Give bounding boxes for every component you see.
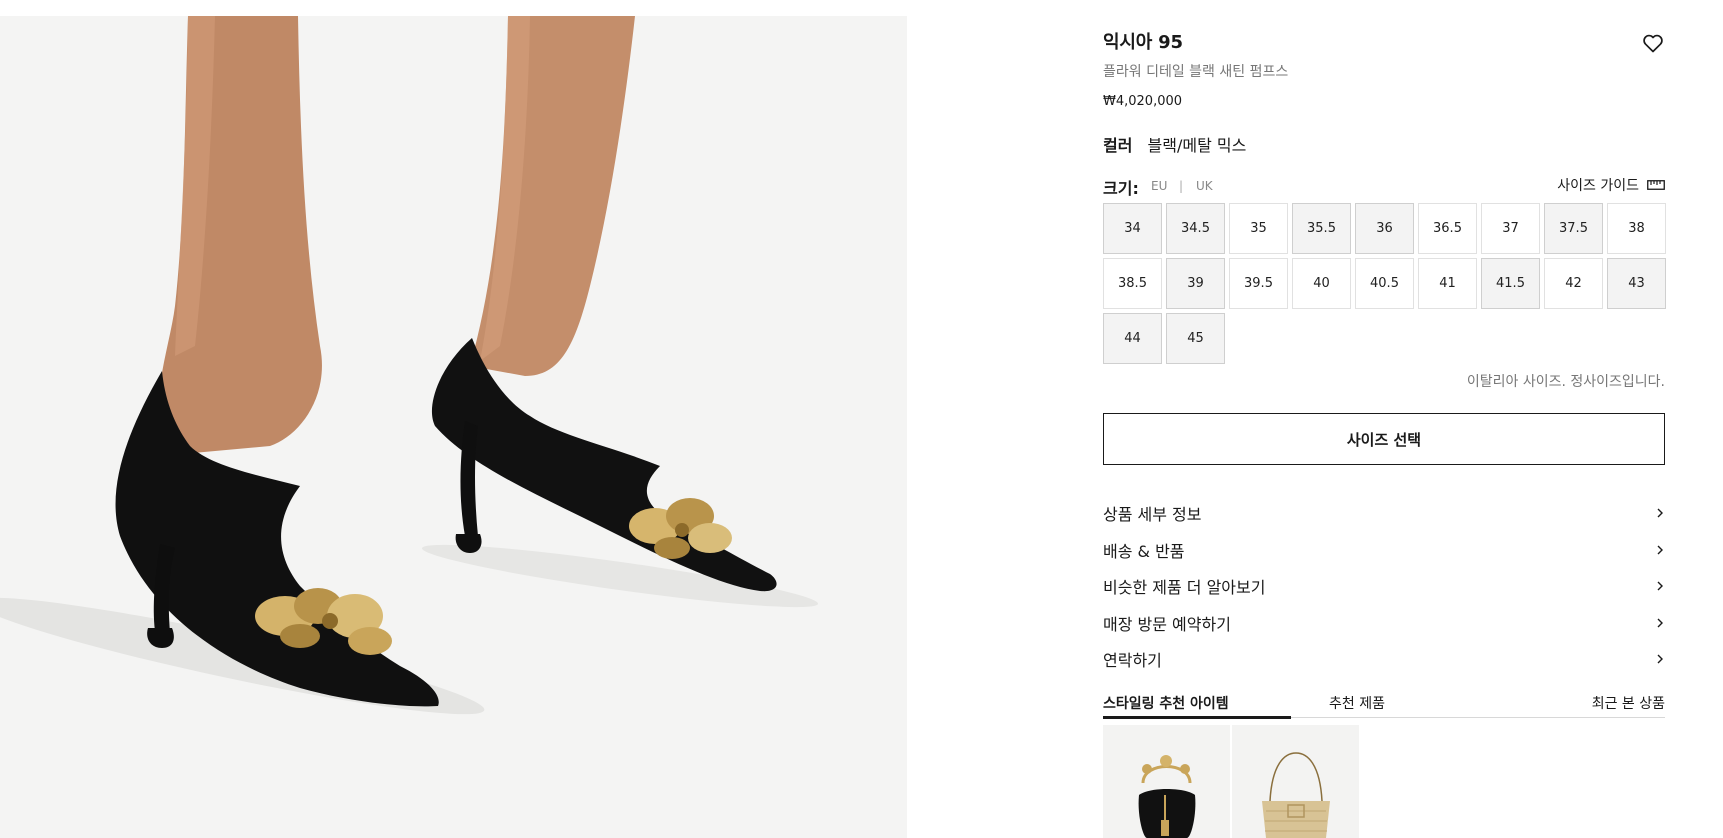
- size-guide-label: 사이즈 가이드: [1557, 178, 1639, 194]
- size-option[interactable]: 45: [1166, 313, 1225, 364]
- product-hero-image[interactable]: [0, 16, 907, 838]
- fit-note: 이탈리아 사이즈. 정사이즈입니다.: [1466, 374, 1665, 390]
- size-option[interactable]: 40.5: [1355, 258, 1414, 309]
- accordion-item[interactable]: 비슷한 제품 더 알아보기: [1103, 568, 1665, 605]
- recommended-item-bucket-bag[interactable]: [1103, 725, 1230, 838]
- size-option[interactable]: 38: [1607, 203, 1666, 254]
- accordion-item-label: 배송 & 반품: [1103, 541, 1185, 561]
- size-unit-separator: |: [1179, 179, 1184, 193]
- size-grid: 34 34.5 35 35.5 36 36.5 37 37.5 38 38.5 39 39.5 40 40…: [1103, 203, 1666, 364]
- chevron-right-icon: [1657, 508, 1663, 518]
- accordion-item[interactable]: 연락하기: [1103, 641, 1665, 678]
- size-header: 크기: EU | UK 사이즈 가이드: [1103, 175, 1665, 198]
- recommended-item-gold-shoulder-bag[interactable]: [1232, 725, 1359, 838]
- size-option[interactable]: 39: [1166, 258, 1225, 309]
- size-option[interactable]: 37: [1481, 203, 1540, 254]
- size-option[interactable]: 44: [1103, 313, 1162, 364]
- recommendation-tab[interactable]: 스타일링 추천 아이템: [1103, 693, 1229, 713]
- size-option[interactable]: 41: [1418, 258, 1477, 309]
- product-title: 익시아 95: [1103, 32, 1183, 53]
- size-unit-eu[interactable]: EU: [1151, 179, 1167, 193]
- chevron-right-icon: [1657, 545, 1663, 555]
- size-option[interactable]: 35.5: [1292, 203, 1351, 254]
- size-option[interactable]: 38.5: [1103, 258, 1162, 309]
- color-value: 블랙/메탈 믹스: [1147, 136, 1247, 155]
- size-label: 크기:: [1103, 179, 1139, 198]
- size-option[interactable]: 36: [1355, 203, 1414, 254]
- product-info-panel: 익시아 95 플라워 디테일 블랙 새틴 펌프스 ₩4,020,000 컬러 블…: [1103, 0, 1666, 838]
- size-option[interactable]: 41.5: [1481, 258, 1540, 309]
- wishlist-heart-icon[interactable]: [1641, 31, 1665, 55]
- size-option[interactable]: 36.5: [1418, 203, 1477, 254]
- size-option[interactable]: 34: [1103, 203, 1162, 254]
- accordion-item[interactable]: 매장 방문 예약하기: [1103, 605, 1665, 642]
- recommendation-tab[interactable]: 최근 본 상품: [1592, 693, 1665, 713]
- active-tab-underline: [1103, 716, 1291, 719]
- chevron-right-icon: [1657, 618, 1663, 628]
- info-accordion: 상품 세부 정보배송 & 반품비슷한 제품 더 알아보기매장 방문 예약하기연락…: [1103, 495, 1665, 678]
- size-option[interactable]: 35: [1229, 203, 1288, 254]
- color-row: 컬러 블랙/메탈 믹스: [1103, 132, 1246, 156]
- gold-shoulder-bag-image: [1232, 725, 1359, 838]
- size-option[interactable]: 40: [1292, 258, 1351, 309]
- accordion-item-label: 매장 방문 예약하기: [1103, 614, 1231, 634]
- size-option[interactable]: 37.5: [1544, 203, 1603, 254]
- product-price: ₩4,020,000: [1103, 94, 1183, 109]
- product-subtitle: 플라워 디테일 블랙 새틴 펌프스: [1103, 64, 1289, 80]
- size-option[interactable]: 39.5: [1229, 258, 1288, 309]
- recommendation-tab[interactable]: 추천 제품: [1329, 693, 1385, 713]
- accordion-item[interactable]: 상품 세부 정보: [1103, 495, 1665, 532]
- size-option[interactable]: 42: [1544, 258, 1603, 309]
- ruler-icon: [1647, 180, 1665, 190]
- accordion-item-label: 연락하기: [1103, 651, 1162, 671]
- color-label: 컬러: [1103, 136, 1133, 155]
- recommendation-tabs: 스타일링 추천 아이템 추천 제품 최근 본 상품: [1103, 690, 1665, 719]
- chevron-right-icon: [1657, 581, 1663, 591]
- accordion-item-label: 상품 세부 정보: [1103, 505, 1202, 525]
- select-size-button[interactable]: 사이즈 선택: [1103, 413, 1665, 465]
- size-option[interactable]: 43: [1607, 258, 1666, 309]
- size-guide-link[interactable]: 사이즈 가이드: [1557, 176, 1665, 194]
- recommendation-items: [1103, 725, 1359, 838]
- accordion-item-label: 비슷한 제품 더 알아보기: [1103, 578, 1266, 598]
- size-option[interactable]: 34.5: [1166, 203, 1225, 254]
- product-page: 익시아 95 플라워 디테일 블랙 새틴 펌프스 ₩4,020,000 컬러 블…: [0, 0, 1723, 838]
- bucket-bag-image: [1103, 725, 1230, 838]
- size-unit-uk[interactable]: UK: [1196, 179, 1213, 193]
- pumps-photo: [0, 16, 907, 838]
- chevron-right-icon: [1657, 654, 1663, 664]
- accordion-item[interactable]: 배송 & 반품: [1103, 532, 1665, 569]
